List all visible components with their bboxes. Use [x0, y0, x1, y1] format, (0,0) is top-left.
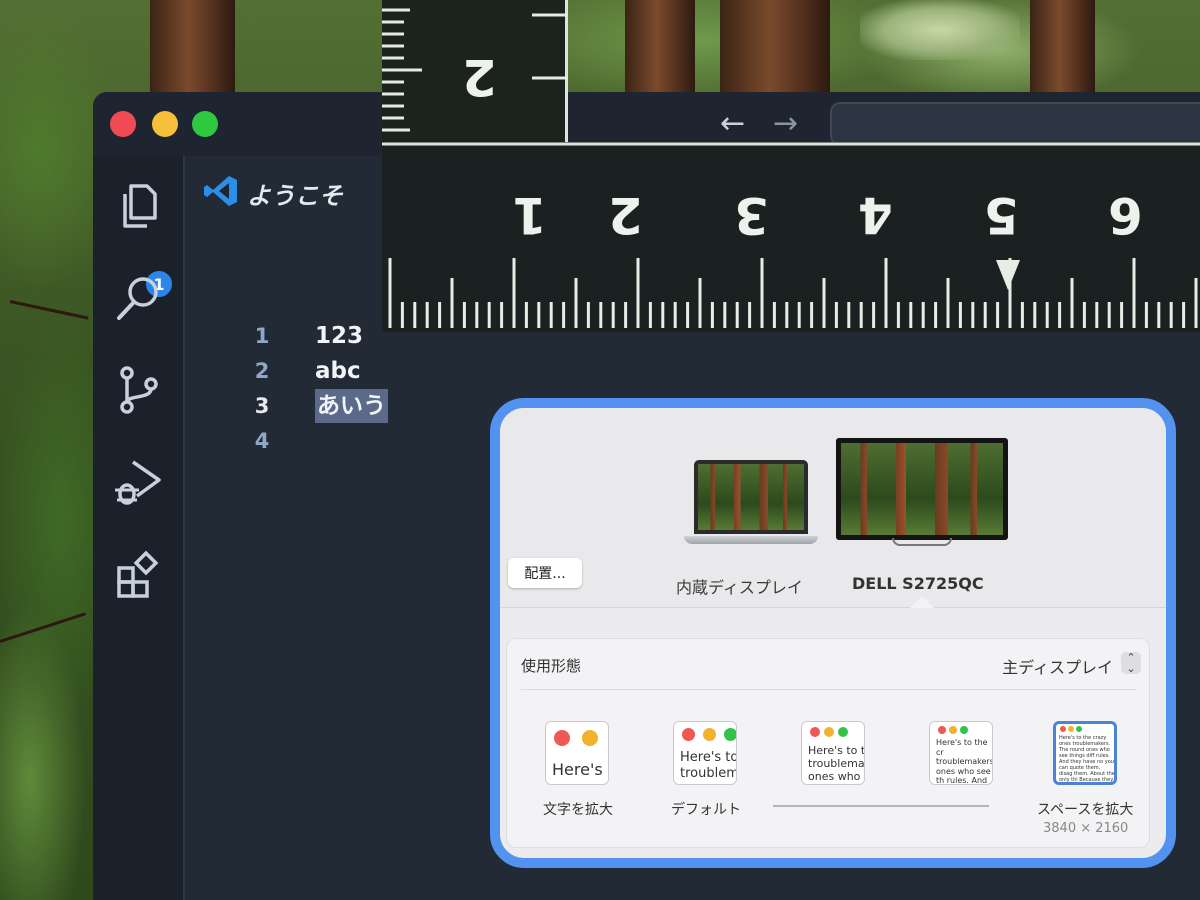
thumbnail-text: Here's to the crazy ones troublemakers. … — [1059, 735, 1115, 783]
branch — [0, 612, 87, 643]
sky-patch — [860, 0, 1020, 60]
ruler-number: 2 — [462, 48, 497, 106]
extensions-icon[interactable] — [113, 548, 165, 600]
tree-trunk — [625, 0, 695, 92]
display-arrangement-area: 配置... 内蔵ディスプレイ DELL S2725QC — [500, 408, 1166, 608]
selected-text: あいう — [315, 389, 388, 423]
resolution-thumbnail: Here's to t troublemak ones who — [801, 721, 865, 785]
resolution-thumbnail: Here's to the crazy ones troublemakers. … — [1053, 721, 1117, 785]
display-settings-panel: 配置... 内蔵ディスプレイ DELL S2725QC 使用形態 主ディスプレイ… — [490, 398, 1176, 868]
usage-label: 使用形態 — [521, 657, 582, 675]
resolution-label: デフォルト — [671, 802, 741, 818]
select-stepper-icon[interactable]: ⌃ ⌄ — [1121, 652, 1141, 674]
thumbnail-text: Here's — [552, 760, 603, 779]
resolution-label: スペースを拡大 — [1037, 802, 1134, 818]
line-number: 4 — [254, 429, 270, 453]
vscode-logo-icon — [204, 176, 237, 206]
source-control-icon[interactable] — [113, 364, 165, 416]
code-line[interactable]: 3 あいう — [187, 389, 487, 423]
zoom-window-button[interactable] — [192, 111, 218, 137]
code-line[interactable]: 2 abc — [187, 354, 487, 388]
code-line[interactable]: 4 — [187, 424, 487, 458]
ruler-horizontal-ticks — [382, 142, 1200, 328]
run-debug-icon[interactable] — [113, 456, 165, 508]
code-text: abc — [315, 358, 361, 384]
branch — [9, 300, 89, 320]
activity-bar: 1 — [93, 156, 185, 900]
thumbnail-text: Here's to t troublemak ones who — [808, 744, 865, 784]
tab-label: ようこそ — [247, 182, 343, 210]
search-icon[interactable] — [113, 272, 165, 324]
resolution-thumbnail: Here's — [545, 721, 609, 785]
usage-select-value[interactable]: 主ディスプレイ — [1002, 654, 1113, 678]
code-text: 123 — [315, 323, 364, 349]
tree-trunk — [1030, 0, 1095, 92]
resolution-slider-track[interactable] — [773, 805, 989, 807]
resolution-option-more-space[interactable]: Here's to the crazy ones troublemakers. … — [1053, 721, 1117, 785]
thumbnail-text: Here's to the cr troublemakers. ones who… — [936, 738, 993, 785]
external-display-name: DELL S2725QC — [852, 574, 984, 593]
external-display-thumbnail[interactable] — [836, 438, 1008, 548]
tree-trunk — [720, 0, 830, 92]
close-window-button[interactable] — [110, 111, 136, 137]
resolution-label: 文字を拡大 — [543, 802, 613, 818]
line-number: 1 — [254, 324, 270, 348]
resolution-option-default[interactable]: Here's to troublema — [673, 721, 737, 785]
resolution-value: 3840 × 2160 — [1043, 821, 1129, 836]
ruler-number: 3 — [734, 186, 769, 244]
resolution-thumbnail: Here's to the cr troublemakers. ones who… — [929, 721, 993, 785]
line-number: 2 — [254, 359, 270, 383]
command-center-search[interactable] — [830, 102, 1200, 146]
tree-trunk — [150, 0, 235, 100]
ruler-number: 1 — [512, 186, 547, 244]
arrow-right-icon[interactable]: → — [773, 106, 798, 142]
files-icon[interactable] — [113, 180, 165, 232]
tab-welcome[interactable]: ようこそ — [187, 156, 387, 224]
resolution-option-4[interactable]: Here's to the cr troublemakers. ones who… — [929, 721, 993, 785]
thumbnail-text: Here's to troublema — [680, 750, 736, 781]
ruler-number: 6 — [1108, 186, 1143, 244]
resolution-option-3[interactable]: Here's to t troublemak ones who — [801, 721, 865, 785]
ruler-horizontal: 1 2 3 4 5 6 — [382, 142, 1200, 332]
divider — [521, 689, 1137, 690]
ruler-number: 2 — [608, 186, 643, 244]
resolution-thumbnail: Here's to troublema — [673, 721, 737, 785]
resolution-option-larger-text[interactable]: Here's — [545, 721, 609, 785]
ruler-number: 4 — [858, 186, 893, 244]
ruler-number: 5 — [984, 186, 1019, 244]
line-number: 3 — [254, 394, 270, 418]
minimize-window-button[interactable] — [152, 111, 178, 137]
selection-pointer — [910, 596, 934, 608]
arrow-left-icon[interactable]: ← — [720, 106, 745, 142]
builtin-display-thumbnail[interactable] — [684, 460, 818, 550]
display-settings-box: 使用形態 主ディスプレイ ⌃ ⌄ Here's 文字を拡大 Here's t t… — [506, 638, 1150, 848]
builtin-display-name: 内蔵ディスプレイ — [676, 578, 803, 597]
arrange-button[interactable]: 配置... — [508, 558, 582, 588]
